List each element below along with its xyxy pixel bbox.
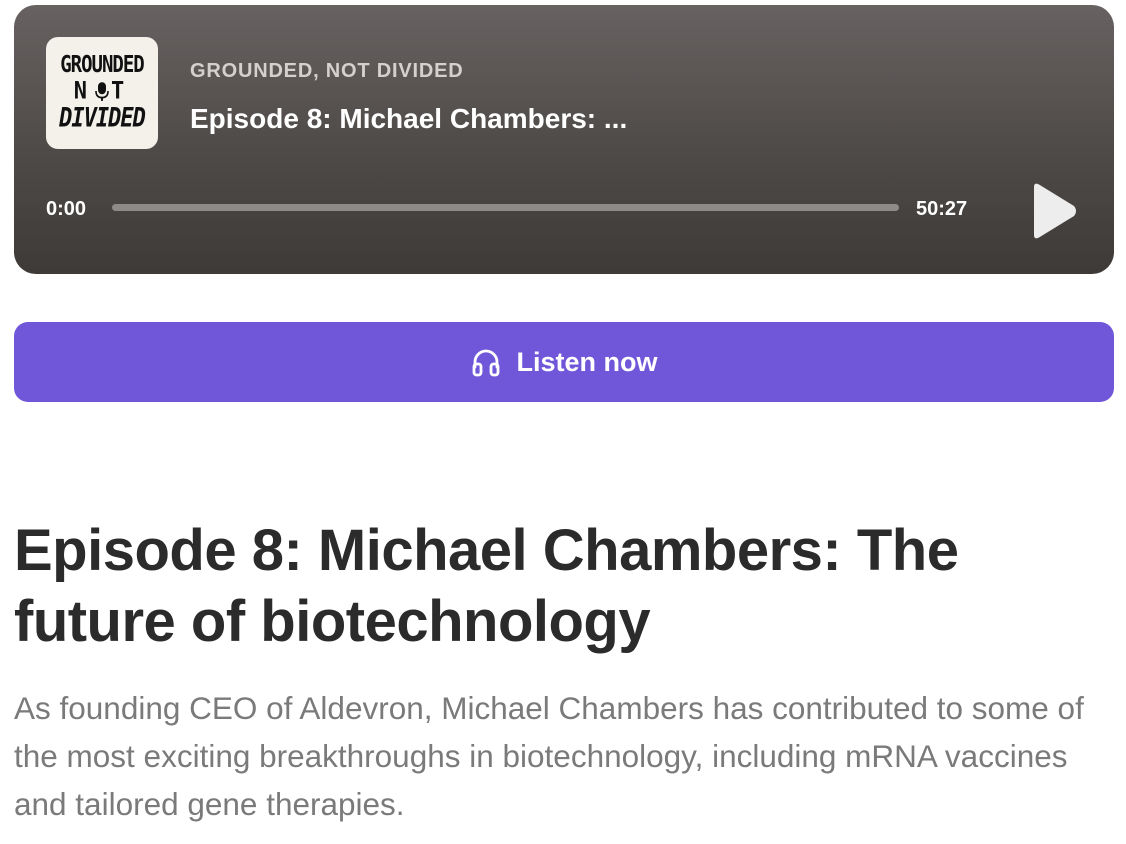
listen-now-label: Listen now <box>516 346 658 377</box>
duration: 50:27 <box>916 198 968 220</box>
current-time: 0:00 <box>46 198 87 220</box>
play-icon <box>1034 183 1076 239</box>
headphones-icon <box>472 349 499 377</box>
microphone-icon <box>95 81 109 101</box>
cover-text-line2-left: N <box>73 77 93 106</box>
article-title: Episode 8: Michael Chambers: The future … <box>14 518 959 654</box>
podcast-cover-art[interactable]: GROUNDED N T DIVIDED <box>46 37 158 149</box>
listen-now-button[interactable]: Listen now <box>14 322 1114 402</box>
progress-bar[interactable] <box>112 204 899 211</box>
audio-player: GROUNDED N T DIVIDED GROUNDED, NOT DIVID… <box>14 5 1114 274</box>
show-name[interactable]: GROUNDED, NOT DIVIDED <box>190 60 463 83</box>
cover-text-line2-right: T <box>111 77 131 106</box>
cover-text-line3: DIVIDED <box>59 103 146 134</box>
episode-title[interactable]: Episode 8: Michael Chambers: ... <box>190 103 627 135</box>
article-description: As founding CEO of Aldevron, Michael Cha… <box>14 690 1084 822</box>
play-button[interactable] <box>1026 181 1080 241</box>
cover-text-line2: N T <box>73 77 131 106</box>
cover-text-line1: GROUNDED <box>60 51 145 78</box>
